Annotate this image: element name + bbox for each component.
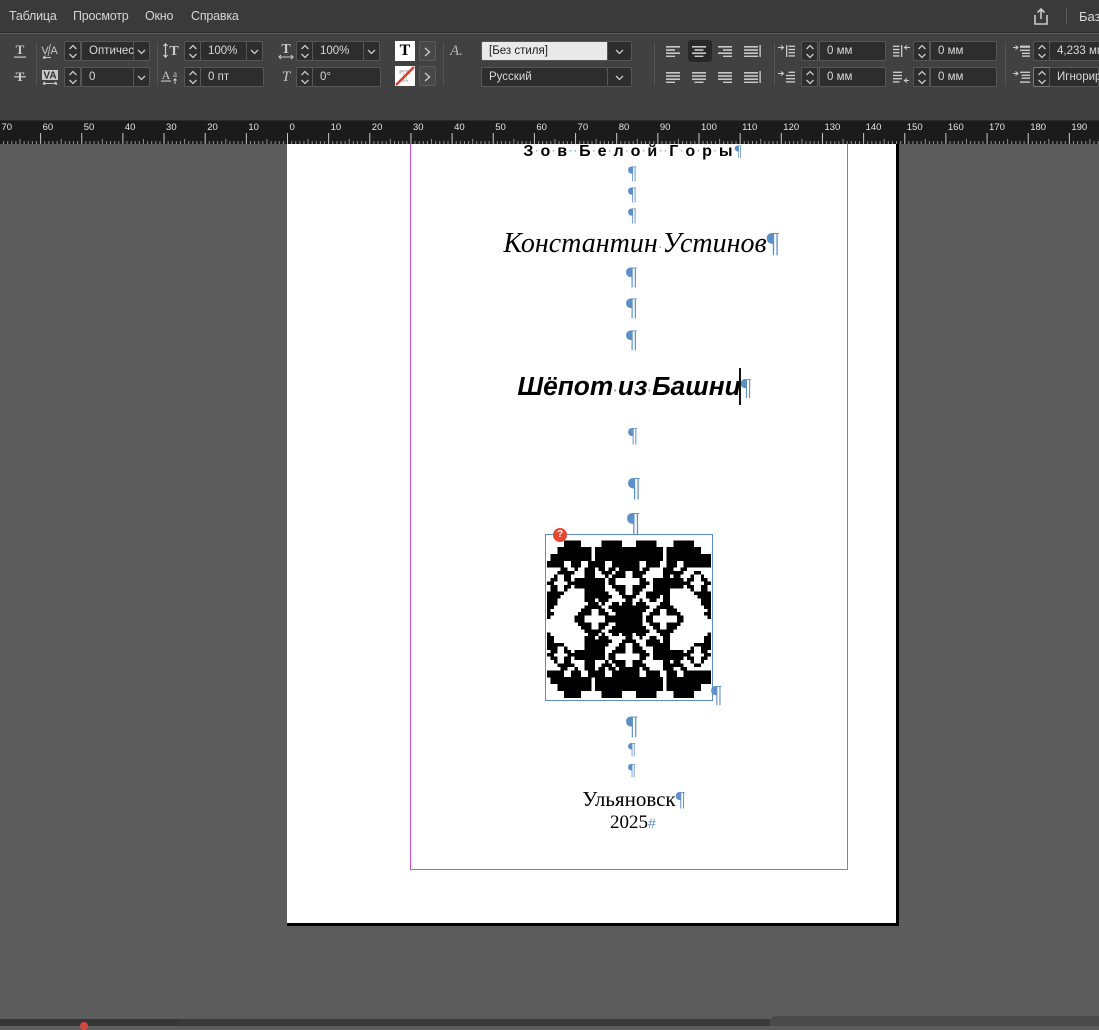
- svg-text:50: 50: [495, 122, 506, 133]
- svg-text:60: 60: [43, 122, 54, 133]
- svg-text:T: T: [282, 69, 292, 85]
- svg-text:190: 190: [1071, 122, 1087, 133]
- svg-text:80: 80: [619, 122, 630, 133]
- svg-text:130: 130: [824, 122, 840, 133]
- svg-text:0: 0: [290, 122, 295, 133]
- svg-text:A: A: [162, 68, 171, 82]
- svg-text:110: 110: [742, 122, 757, 133]
- svg-text:120: 120: [783, 122, 799, 133]
- svg-text:A: A: [50, 45, 58, 57]
- svg-text:180: 180: [1030, 122, 1046, 133]
- svg-text:20: 20: [207, 122, 218, 133]
- svg-text:T: T: [281, 42, 291, 57]
- svg-text:30: 30: [166, 122, 177, 133]
- svg-text:10: 10: [331, 122, 342, 133]
- svg-text:30: 30: [413, 122, 424, 133]
- svg-text:70: 70: [1, 122, 12, 133]
- svg-text:T: T: [169, 44, 179, 59]
- svg-text:VA: VA: [43, 70, 56, 81]
- svg-text:160: 160: [948, 122, 964, 133]
- svg-text:70: 70: [578, 122, 589, 133]
- svg-text:60: 60: [536, 122, 547, 133]
- svg-text:50: 50: [84, 122, 95, 133]
- svg-text:40: 40: [454, 122, 465, 133]
- svg-text:100: 100: [701, 122, 717, 133]
- svg-text:20: 20: [372, 122, 383, 133]
- svg-text:40: 40: [125, 122, 136, 133]
- svg-text:140: 140: [866, 122, 882, 133]
- svg-text:150: 150: [907, 122, 923, 133]
- svg-text:90: 90: [660, 122, 671, 133]
- svg-text:T: T: [16, 43, 25, 57]
- svg-text:a: a: [173, 69, 177, 79]
- svg-text:10: 10: [248, 122, 259, 133]
- svg-text:170: 170: [989, 122, 1005, 133]
